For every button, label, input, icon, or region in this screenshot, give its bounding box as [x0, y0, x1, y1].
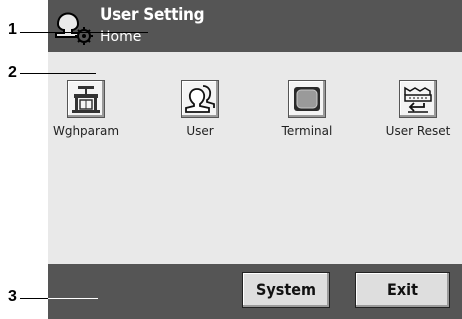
title-bar: User Setting Home: [48, 0, 462, 52]
tile-label-user: User: [186, 124, 214, 138]
tile-label-user-reset: User Reset: [385, 124, 451, 138]
terminal-icon: [294, 87, 320, 111]
system-button[interactable]: System: [242, 272, 330, 308]
terminal-screen: User Setting Home Wghparam User Terminal…: [48, 0, 462, 319]
tile-user[interactable]: User: [155, 80, 245, 138]
wghparam-button[interactable]: [67, 80, 105, 118]
page-title: User Setting: [100, 5, 205, 25]
exit-button[interactable]: Exit: [355, 272, 450, 308]
callout-line-1: [20, 32, 148, 33]
user-button[interactable]: [181, 80, 219, 118]
user-reset-button[interactable]: [399, 80, 437, 118]
footer-bar: System Exit: [48, 264, 462, 319]
factory-reset-icon: [404, 86, 432, 113]
callout-line-2: [20, 73, 96, 74]
callout-line-3-inner: [48, 298, 98, 299]
callout-2: 2: [8, 64, 17, 81]
callout-1: 1: [8, 21, 17, 38]
tile-label-wghparam: Wghparam: [52, 124, 120, 138]
tile-terminal[interactable]: Terminal: [262, 80, 352, 138]
user-setting-icon: [52, 6, 96, 46]
users-icon: [185, 85, 215, 113]
tile-wghparam[interactable]: Wghparam: [41, 80, 131, 138]
tile-label-terminal: Terminal: [281, 124, 333, 138]
tile-user-reset[interactable]: User Reset: [373, 80, 462, 138]
callout-3: 3: [8, 288, 17, 305]
terminal-button[interactable]: [288, 80, 326, 118]
scale-icon: [72, 86, 100, 113]
